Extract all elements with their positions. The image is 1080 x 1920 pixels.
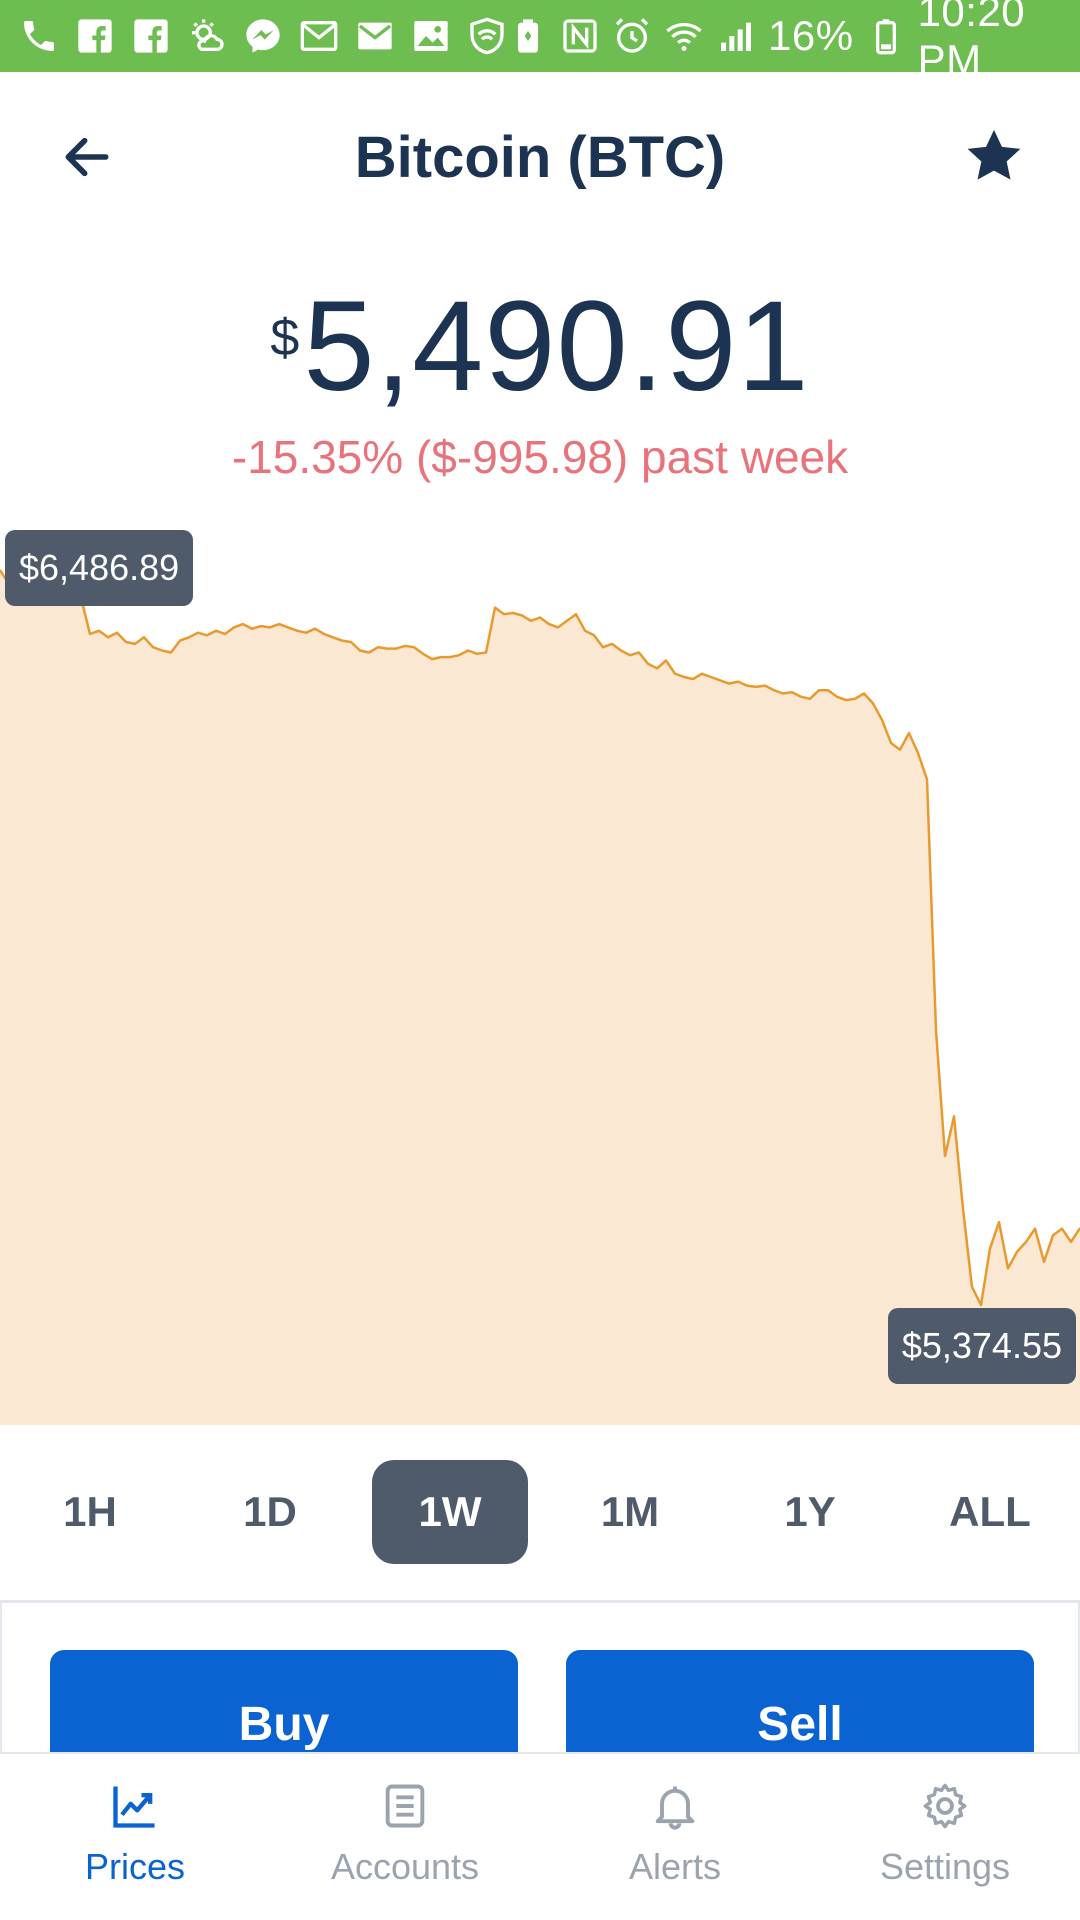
range-tab-1h[interactable]: 1H — [12, 1460, 168, 1564]
high-price-label: $6,486.89 — [5, 530, 194, 606]
nfc-icon — [560, 15, 600, 57]
currency-symbol: $ — [270, 309, 300, 367]
nav-item-alerts[interactable]: Alerts — [540, 1754, 810, 1920]
chart-icon — [113, 1786, 155, 1828]
nav-item-settings[interactable]: Settings — [810, 1754, 1080, 1920]
page-title: Bitcoin (BTC) — [354, 125, 726, 190]
chart-area-fill — [0, 570, 1080, 1425]
gear-icon — [923, 1783, 967, 1829]
range-tabs: 1H 1D 1W 1M 1Y ALL — [0, 1460, 1080, 1564]
price-display: $ 5,490.91 — [0, 275, 1080, 418]
screen: 16% 10:20 PM Bitcoin (BTC) $ 5,490.91 -1… — [0, 0, 1080, 1920]
document-icon — [385, 1784, 425, 1828]
gmail-icon — [298, 15, 340, 57]
messenger-icon — [242, 15, 284, 57]
nav-label-prices: Prices — [84, 1846, 186, 1887]
nav-label-alerts: Alerts — [628, 1846, 722, 1887]
phone-icon — [18, 15, 60, 57]
range-tab-all[interactable]: ALL — [912, 1460, 1068, 1564]
range-tab-1y[interactable]: 1Y — [732, 1460, 888, 1564]
star-icon — [967, 129, 1021, 180]
status-bar: 16% 10:20 PM — [0, 0, 1080, 83]
current-price: 5,490.91 — [303, 275, 810, 418]
bell-icon — [655, 1786, 695, 1830]
range-tab-1m[interactable]: 1M — [552, 1460, 708, 1564]
signal-icon — [716, 15, 756, 57]
favorite-button[interactable] — [956, 118, 1032, 194]
facebook-icon — [130, 15, 172, 57]
weather-icon — [186, 15, 228, 57]
range-tab-1w[interactable]: 1W — [372, 1460, 528, 1564]
price-change: -15.35% ($-995.98) past week — [231, 431, 849, 483]
notification-icons — [18, 15, 508, 57]
alarm-icon — [612, 15, 652, 57]
battery-percent: 16% — [768, 12, 854, 59]
battery-icon — [866, 15, 906, 57]
gallery-icon — [410, 15, 452, 57]
facebook-icon — [74, 15, 116, 57]
nav-label-settings: Settings — [879, 1846, 1011, 1887]
nav-label-accounts: Accounts — [330, 1846, 480, 1887]
wifi-icon — [664, 15, 704, 57]
header: Bitcoin (BTC) — [0, 72, 1080, 242]
low-price-label: $5,374.55 — [887, 1308, 1076, 1384]
price-chart-svg — [0, 569, 1080, 1425]
nav-item-accounts[interactable]: Accounts — [270, 1754, 540, 1920]
battery-saver-icon — [508, 15, 548, 57]
range-tab-1d[interactable]: 1D — [192, 1460, 348, 1564]
nav-item-prices[interactable]: Prices — [0, 1754, 270, 1920]
vpn-icon — [466, 15, 508, 57]
bottom-nav: Prices Accounts Alerts Settings — [0, 1752, 1080, 1920]
price-chart[interactable]: $6,486.89 $5,374.55 — [0, 530, 1080, 1425]
email-icon — [354, 15, 396, 57]
trade-panel: Buy Sell — [0, 1603, 1080, 1780]
